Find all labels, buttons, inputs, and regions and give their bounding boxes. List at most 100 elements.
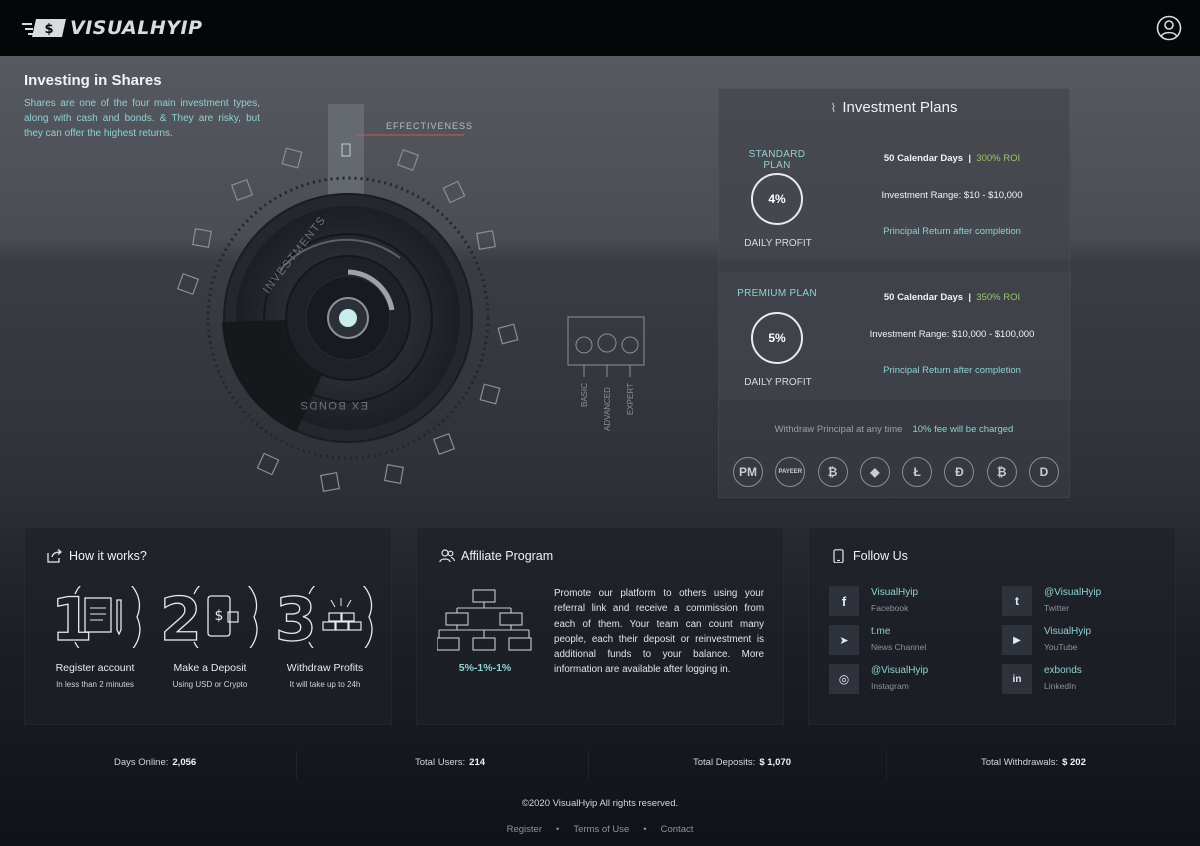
effectiveness-label: EFFECTIVENESS (386, 121, 474, 131)
steps-row: 1 Register account In less than 2 minute… (39, 586, 381, 689)
fee-text: 10% fee will be charged (912, 424, 1014, 435)
brand-name: VISUALHYIP (70, 17, 203, 39)
step-label: Withdraw Profits (286, 662, 364, 674)
investment-plans-panel: ⌇ Investment Plans STANDARD PLAN 4% DAILY… (718, 88, 1071, 498)
plan-days-text: 50 Calendar Days (883, 153, 964, 164)
bitcoin-icon[interactable]: ₿ (817, 457, 848, 487)
social-network: YouTube (1044, 642, 1078, 652)
how-title-text: How it works? (69, 549, 147, 563)
plan-range: Investment Range: $10 - $10,000 (881, 190, 1023, 201)
withdraw-text: Withdraw Principal at any time (774, 424, 903, 435)
youtube-icon: ▶ (1002, 625, 1032, 655)
stat-divider (886, 750, 887, 780)
standard-plan-card[interactable]: STANDARD PLAN 4% DAILY PROFIT 50 Calenda… (719, 133, 1071, 261)
social-name: exbonds (1044, 665, 1082, 676)
premium-plan-card[interactable]: PREMIUM PLAN 5% DAILY PROFIT 50 Calendar… (719, 272, 1071, 400)
twitter-icon: t (1002, 586, 1032, 616)
social-instagram[interactable]: ◎ @VisualHyip Instagram (829, 664, 928, 694)
footer-dot: • (556, 824, 560, 835)
plan-range: Investment Range: $10,000 - $100,000 (869, 329, 1035, 340)
dash-icon[interactable]: D (1028, 457, 1059, 487)
step-label: Register account (55, 662, 135, 674)
social-name: VisualHyip (871, 587, 919, 598)
social-name: @VisualHyip (1044, 587, 1102, 598)
logo-mark-text: $ (44, 22, 53, 37)
logo-money-icon: $ (22, 19, 66, 37)
footer-link-register[interactable]: Register (507, 824, 542, 835)
step-number: 3 (275, 586, 317, 648)
plans-title: Investment Plans (842, 99, 958, 116)
plan-duration: 50 Calendar Days | 350% ROI (883, 292, 1021, 303)
telegram-icon: ➤ (829, 625, 859, 655)
stat-total-users: Total Users: 214 (415, 757, 486, 768)
withdraw-gold-icon: 3 (275, 586, 373, 648)
user-account-icon[interactable] (1156, 15, 1182, 41)
follow-title: Follow Us (831, 549, 908, 563)
affiliate-panel: Affiliate Program 5%-1%-1% Promote our p… (416, 527, 784, 725)
follow-title-text: Follow Us (853, 549, 908, 563)
plan-roi: 300% ROI (976, 153, 1021, 164)
how-title: How it works? (47, 549, 147, 563)
step-sub: Using USD or Crypto (172, 680, 248, 689)
dogecoin-icon[interactable]: Ð (944, 457, 975, 487)
footer-links: Register • Terms of Use • Contact (0, 824, 1200, 835)
stat-days-online: Days Online: 2,056 (114, 757, 197, 768)
stat-total-withdrawals: Total Withdrawals: $ 202 (981, 757, 1086, 768)
copyright: ©2020 VisualHyip All rights reserved. (521, 798, 679, 809)
plan-daily-rate: 4% (751, 173, 803, 225)
plan-name: PREMIUM PLAN (737, 288, 817, 299)
social-facebook[interactable]: f VisualHyip Facebook (829, 586, 918, 616)
plan-return-note: Principal Return after completion (883, 365, 1021, 376)
social-twitter[interactable]: t @VisualHyip Twitter (1002, 586, 1101, 616)
perfect-money-icon[interactable]: PM (733, 457, 763, 487)
follow-panel: Follow Us f VisualHyip Facebook t @Visual… (808, 527, 1176, 725)
stats-bar: Days Online: 2,056 Total Users: 214 Total … (0, 744, 1200, 782)
ethereum-icon[interactable]: ◆ (859, 457, 890, 487)
social-network: Twitter (1044, 603, 1070, 613)
social-name: VisualHyip (1044, 626, 1092, 637)
svg-text:$: $ (215, 608, 224, 624)
linkedin-icon: in (1002, 664, 1032, 694)
register-document-icon: 1 (50, 586, 141, 648)
payeer-icon[interactable]: PAYEER (775, 457, 806, 487)
effectiveness-underline (356, 134, 464, 136)
mobile-phone-icon (833, 549, 844, 563)
brand-logo[interactable]: $ VISUALHYIP (22, 17, 203, 39)
facebook-icon: f (829, 586, 859, 616)
step-deposit: 2 $ Make a Deposit Using USD or Crypto (154, 586, 266, 689)
levels-graphic: BASIC ADVANCED EXPERT (567, 316, 645, 431)
level-expert: EXPERT (626, 383, 635, 415)
plan-return-note: Principal Return after completion (883, 226, 1021, 237)
step-label: Make a Deposit (173, 662, 247, 674)
step-withdraw: 3 Withdraw Profits It will take up to 24… (269, 586, 381, 689)
top-bar: $ VISUALHYIP (0, 0, 1200, 56)
level-basic: BASIC (580, 383, 589, 407)
social-linkedin[interactable]: in exbonds LinkedIn (1002, 664, 1082, 694)
plan-daily-rate: 5% (751, 312, 803, 364)
footer-dot: • (643, 824, 647, 835)
plan-days-text: 50 Calendar Days (883, 292, 964, 303)
litecoin-icon[interactable]: Ł (902, 457, 933, 487)
footer-link-contact[interactable]: Contact (661, 824, 694, 835)
step-sub: In less than 2 minutes (56, 680, 134, 689)
plan-daily-label: DAILY PROFIT (744, 238, 812, 249)
stat-divider (588, 750, 589, 780)
step-number: 1 (51, 586, 93, 648)
plan-daily-label: DAILY PROFIT (744, 377, 812, 388)
plan-roi: 350% ROI (976, 292, 1021, 303)
social-network: LinkedIn (1044, 681, 1077, 691)
bitcoin-cash-icon[interactable]: ₿ (986, 457, 1017, 487)
affiliate-description: Promote our platform to others using you… (554, 588, 764, 676)
users-icon (439, 549, 455, 563)
ring-label-exbonds: EX BONDS (299, 399, 368, 411)
social-youtube[interactable]: ▶ VisualHyip YouTube (1002, 625, 1091, 655)
plan-name: STANDARD PLAN (748, 149, 806, 171)
withdraw-note: Withdraw Principal at any time 10% fee wi… (719, 424, 1069, 435)
hero-title: Investing in Shares (24, 72, 162, 89)
step-register: 1 Register account In less than 2 minute… (39, 586, 151, 689)
pulse-icon: ⌇ (830, 101, 837, 115)
affiliate-title-text: Affiliate Program (461, 549, 554, 563)
social-name: @VisualHyip (871, 665, 929, 676)
social-telegram[interactable]: ➤ t.me News Channel (829, 625, 926, 655)
footer-link-terms[interactable]: Terms of Use (573, 824, 629, 835)
